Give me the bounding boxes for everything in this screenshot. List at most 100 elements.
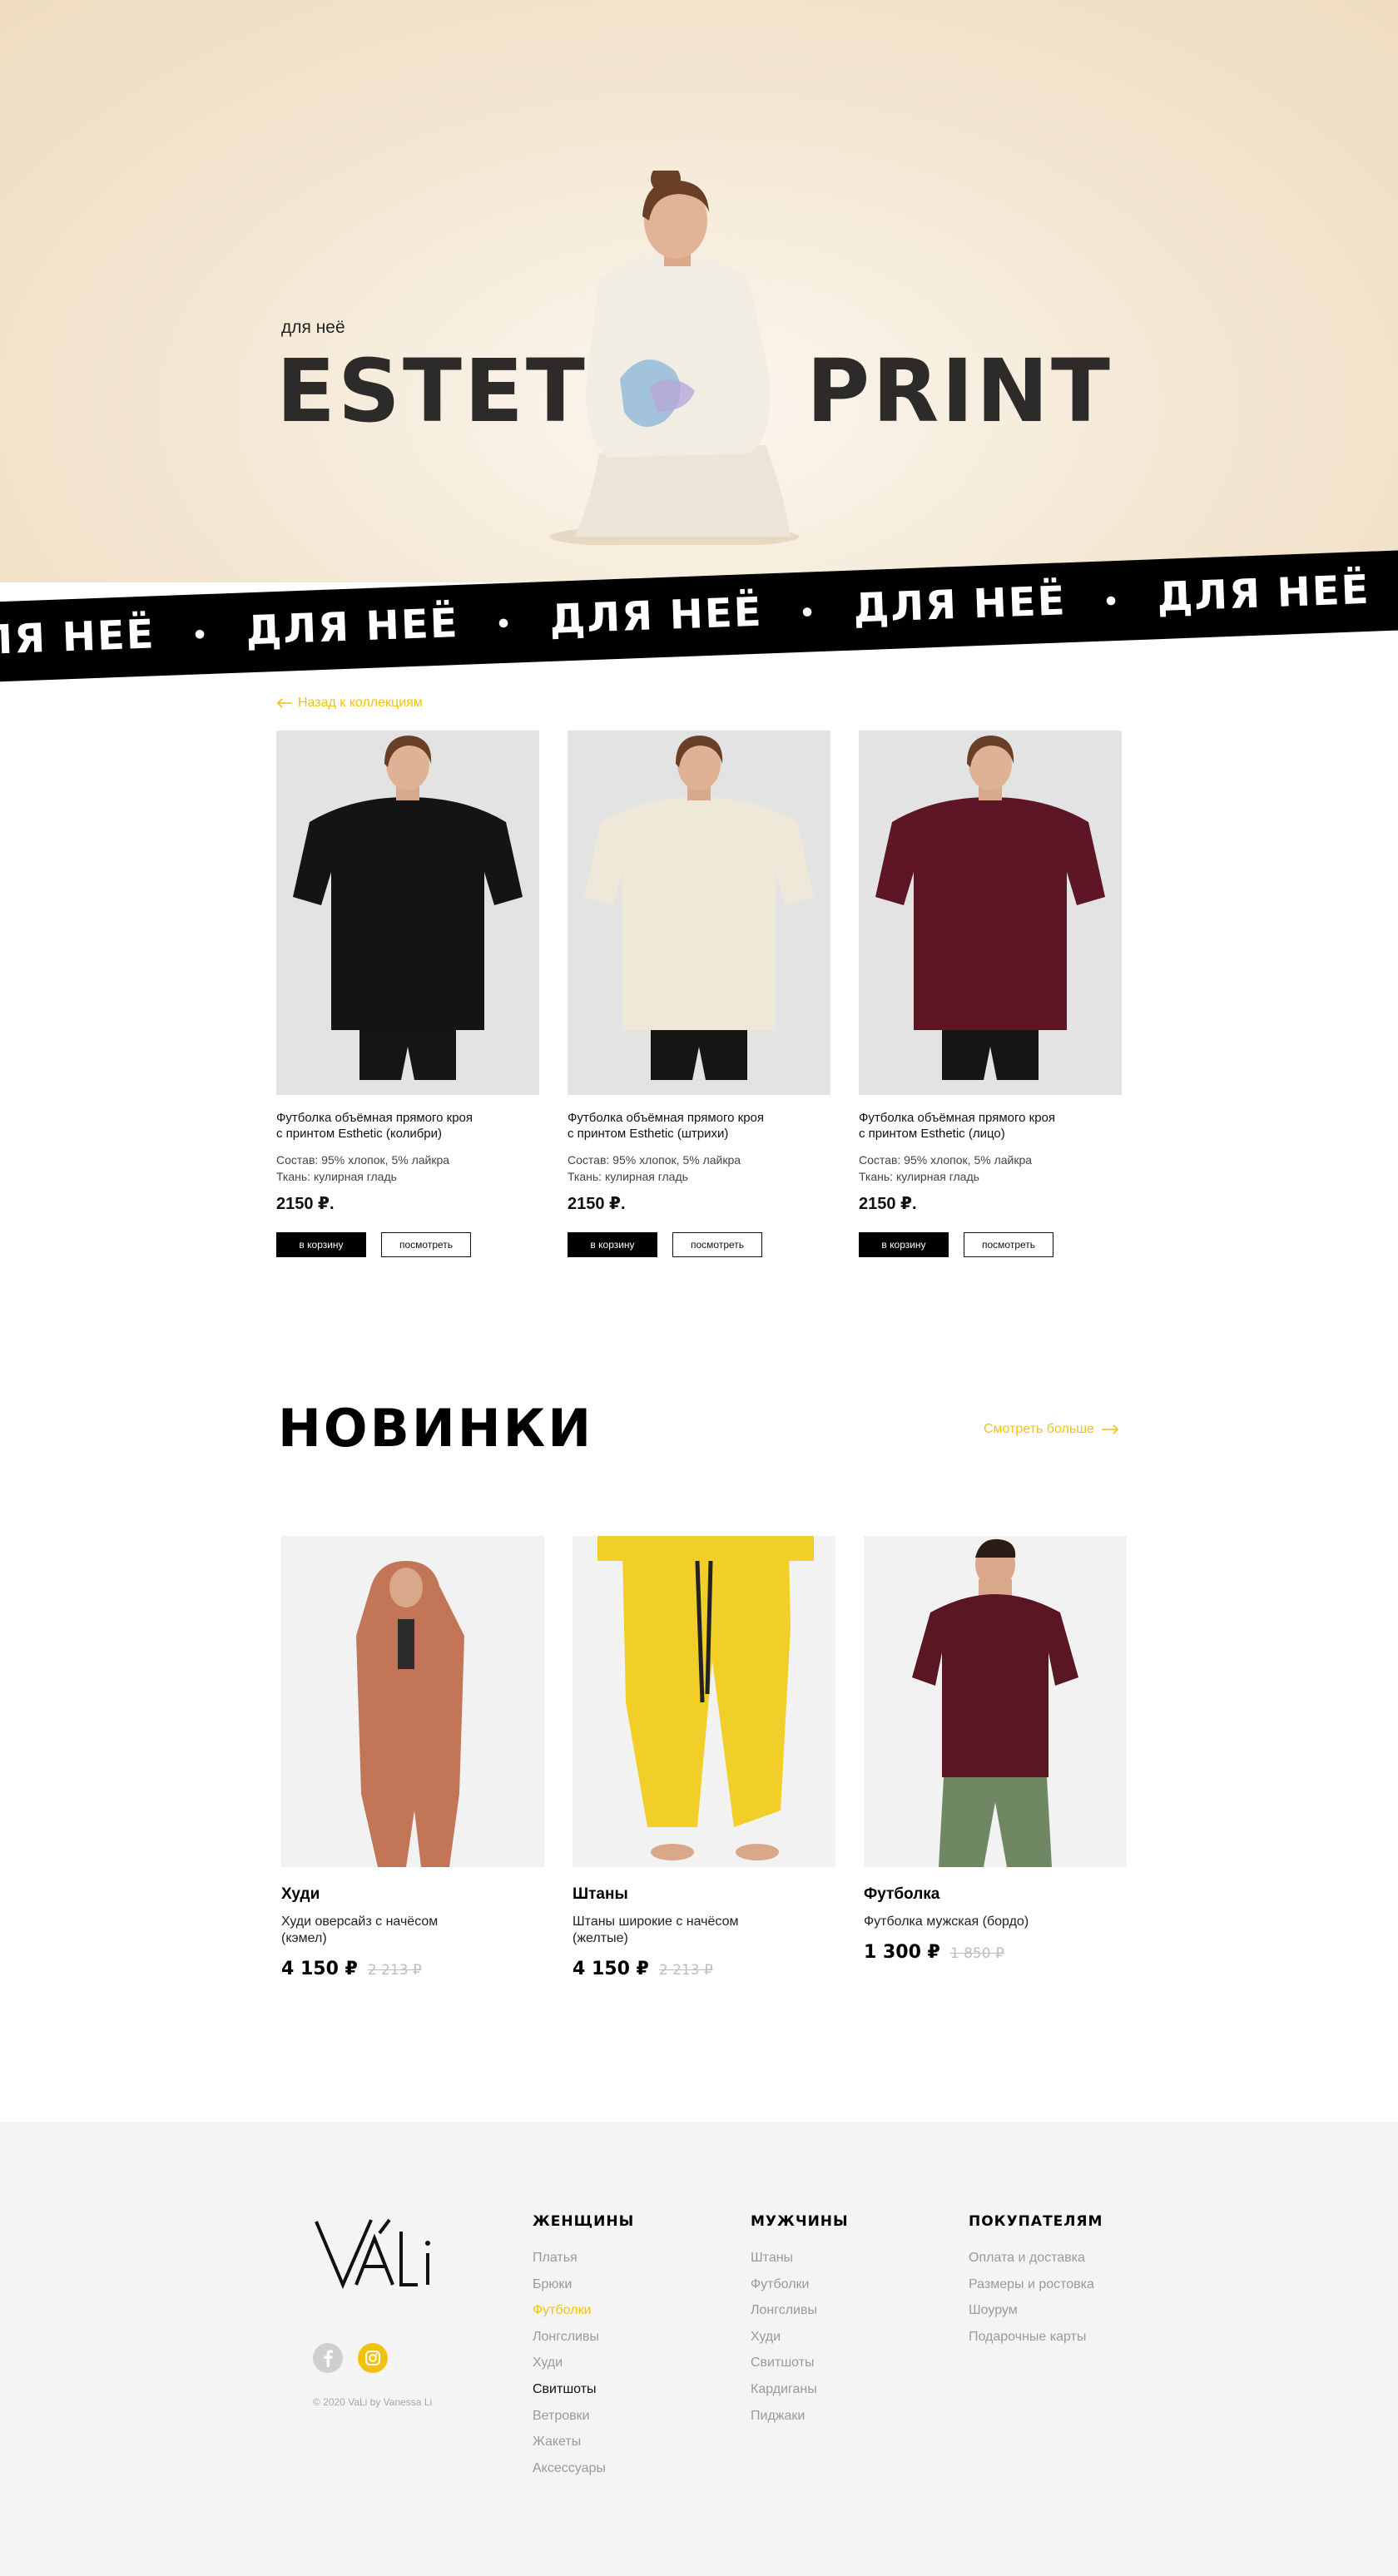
- new-item-card: Футболка Футболка мужская (бордо) 1 300 ₽1…: [864, 1536, 1127, 1963]
- footer-link[interactable]: Шоурум: [969, 2302, 1103, 2319]
- new-item-old-price: 2 213 ₽: [367, 1962, 422, 1979]
- footer-link[interactable]: Свитшоты: [533, 2381, 634, 2398]
- product-fabric: Ткань: кулирная гладь: [276, 1170, 397, 1183]
- footer-link[interactable]: Кардиганы: [751, 2381, 849, 2398]
- product-price: 2150 ₽.: [859, 1195, 917, 1213]
- footer-column-title: ПОКУПАТЕЛЯМ: [969, 2213, 1103, 2230]
- product-price: 2150 ₽.: [568, 1195, 626, 1213]
- new-item-category[interactable]: Худи: [281, 1885, 544, 1904]
- product-photo[interactable]: [276, 731, 539, 1095]
- footer-link[interactable]: Лонгсливы: [751, 2302, 849, 2319]
- product-specs: Состав: 95% хлопок, 5% лайкра Ткань: кули…: [568, 1152, 830, 1185]
- instagram-icon[interactable]: [358, 2343, 388, 2373]
- marquee-item: ДЛЯ НЕЁ: [1156, 566, 1371, 622]
- see-more-link[interactable]: Смотреть больше: [984, 1422, 1119, 1437]
- product-name-line2: с принтом Esthetic (лицо): [859, 1127, 1005, 1141]
- product-specs: Состав: 95% хлопок, 5% лайкра Ткань: кули…: [859, 1152, 1122, 1185]
- footer-column-title: МУЖЧИНЫ: [751, 2213, 849, 2230]
- add-to-cart-button[interactable]: в корзину: [568, 1232, 657, 1257]
- new-item-prices: 1 300 ₽ 1 850 ₽: [864, 1942, 1127, 1963]
- footer-link[interactable]: Размеры и ростовка: [969, 2276, 1103, 2293]
- see-more-label: Смотреть больше: [984, 1422, 1094, 1436]
- marquee-separator: •: [191, 620, 211, 651]
- marquee-separator: •: [798, 597, 818, 628]
- new-item-category[interactable]: Футболка: [864, 1885, 1127, 1904]
- footer-link[interactable]: Свитшоты: [751, 2355, 849, 2371]
- product-price: 2150 ₽.: [276, 1195, 335, 1213]
- product-name[interactable]: Футболка объёмная прямого кроя с принтом …: [276, 1110, 539, 1142]
- hero-title-part2: PRINT: [806, 340, 1113, 442]
- new-item-photo[interactable]: [281, 1536, 544, 1867]
- product-composition: Состав: 95% хлопок, 5% лайкра: [859, 1153, 1033, 1167]
- product-card: Футболка объёмная прямого кроя с принтом …: [859, 731, 1122, 1257]
- product-fabric: Ткань: кулирная гладь: [568, 1170, 688, 1183]
- product-card: Футболка объёмная прямого кроя с принтом …: [568, 731, 830, 1257]
- footer-link[interactable]: Худи: [533, 2355, 634, 2371]
- marquee-item: ДЛЯ НЕЁ: [245, 599, 460, 655]
- footer-column-men: МУЖЧИНЫ Штаны Футболки Лонгсливы Худи Свитшот…: [751, 2213, 849, 2434]
- new-item-old-price: 1 850 ₽: [949, 1945, 1004, 1962]
- new-item-description: Футболка мужская (бордо): [864, 1914, 1127, 1930]
- marquee-item: ДЛЯ НЕЁ: [0, 611, 156, 666]
- footer-link[interactable]: Футболки: [533, 2302, 634, 2319]
- footer-link[interactable]: Ветровки: [533, 2408, 634, 2425]
- footer-link[interactable]: Худи: [751, 2329, 849, 2346]
- new-item-desc-line1: Худи оверсайз с начёсом: [281, 1915, 439, 1929]
- hero-model-image: [549, 171, 799, 545]
- view-product-button[interactable]: посмотреть: [381, 1232, 471, 1257]
- product-photo[interactable]: [859, 731, 1122, 1095]
- product-photo[interactable]: [568, 731, 830, 1095]
- product-name[interactable]: Футболка объёмная прямого кроя с принтом …: [859, 1110, 1122, 1142]
- footer-link[interactable]: Подарочные карты: [969, 2329, 1103, 2346]
- new-item-desc-line1: Футболка мужская (бордо): [864, 1915, 1029, 1929]
- new-item-prices: 4 150 ₽ 2 213 ₽: [573, 1959, 835, 1979]
- product-name-line2: с принтом Esthetic (колибри): [276, 1127, 443, 1141]
- facebook-icon[interactable]: [313, 2343, 343, 2373]
- footer-link[interactable]: Жакеты: [533, 2434, 634, 2450]
- footer-link[interactable]: Оплата и доставка: [969, 2250, 1103, 2266]
- new-item-photo[interactable]: [573, 1536, 835, 1867]
- hero-subtitle: для неё: [281, 318, 345, 337]
- product-composition: Состав: 95% хлопок, 5% лайкра: [568, 1153, 741, 1167]
- product-name-line1: Футболка объёмная прямого кроя: [568, 1111, 765, 1125]
- add-to-cart-button[interactable]: в корзину: [859, 1232, 949, 1257]
- product-name[interactable]: Футболка объёмная прямого кроя с принтом …: [568, 1110, 830, 1142]
- marquee-item: ДЛЯ НЕЁ: [852, 577, 1068, 632]
- marquee-separator: •: [494, 609, 514, 639]
- copyright-text: © 2020 VaLi by Vanessa Li: [313, 2396, 433, 2408]
- footer-link[interactable]: Брюки: [533, 2276, 634, 2293]
- footer-link[interactable]: Штаны: [751, 2250, 849, 2266]
- new-item-old-price: 2 213 ₽: [658, 1962, 713, 1979]
- hero-banner: для неё ESTETIC PRINT: [0, 0, 1398, 582]
- product-name-line2: с принтом Esthetic (штрихи): [568, 1127, 729, 1141]
- back-to-collections-link[interactable]: Назад к коллекциям: [276, 696, 423, 711]
- arrow-left-icon: [276, 698, 292, 708]
- new-item-category[interactable]: Штаны: [573, 1885, 835, 1904]
- footer-link[interactable]: Пиджаки: [751, 2408, 849, 2425]
- new-item-description: Худи оверсайз с начёсом (кэмел): [281, 1914, 544, 1947]
- product-name-line1: Футболка объёмная прямого кроя: [859, 1111, 1056, 1125]
- marquee-item: ДЛЯ НЕЁ: [548, 588, 764, 643]
- new-item-desc-line1: Штаны широкие с начёсом: [573, 1915, 739, 1929]
- footer-column-women: ЖЕНЩИНЫ Платья Брюки Футболки Лонгсливы Худи С…: [533, 2213, 634, 2486]
- footer: © 2020 VaLi by Vanessa Li ЖЕНЩИНЫ Платья Б…: [0, 2122, 1398, 2576]
- view-product-button[interactable]: посмотреть: [964, 1232, 1053, 1257]
- view-product-button[interactable]: посмотреть: [672, 1232, 762, 1257]
- marquee-separator: •: [1102, 587, 1122, 617]
- vali-logo[interactable]: [313, 2213, 434, 2293]
- add-to-cart-button[interactable]: в корзину: [276, 1232, 366, 1257]
- new-item-prices: 4 150 ₽ 2 213 ₽: [281, 1959, 544, 1979]
- footer-link[interactable]: Платья: [533, 2250, 634, 2266]
- new-item-price: 4 150 ₽: [573, 1959, 649, 1979]
- product-actions: в корзину посмотреть: [859, 1232, 1122, 1257]
- product-name-line1: Футболка объёмная прямого кроя: [276, 1111, 473, 1125]
- product-composition: Состав: 95% хлопок, 5% лайкра: [276, 1153, 450, 1167]
- new-item-photo[interactable]: [864, 1536, 1127, 1867]
- new-item-card: Худи Худи оверсайз с начёсом (кэмел) 4 150 …: [281, 1536, 544, 1979]
- new-arrivals-title: НОВИНКИ: [278, 1398, 594, 1459]
- back-link-label: Назад к коллекциям: [298, 696, 423, 710]
- footer-link[interactable]: Лонгсливы: [533, 2329, 634, 2346]
- footer-link[interactable]: Футболки: [751, 2276, 849, 2293]
- footer-link[interactable]: Аксессуары: [533, 2460, 634, 2477]
- new-item-desc-line2: (кэмел): [281, 1931, 327, 1945]
